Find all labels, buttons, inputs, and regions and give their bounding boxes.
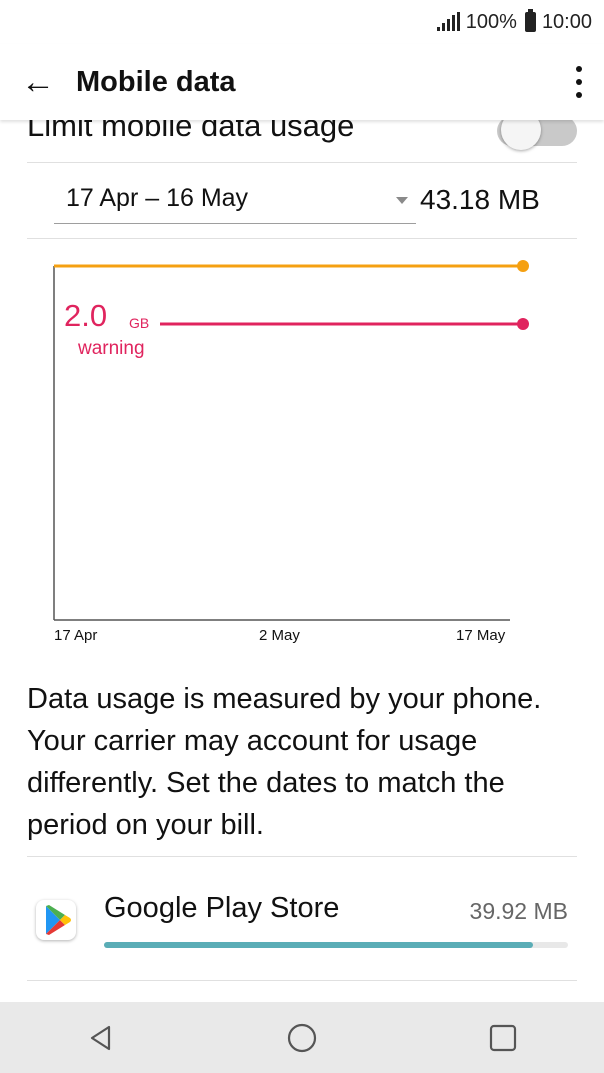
app-usage-bar <box>104 942 568 948</box>
warning-value: 2.0 <box>64 298 108 333</box>
divider <box>27 856 577 857</box>
nav-recents-button[interactable] <box>473 1008 533 1068</box>
overflow-menu-button[interactable] <box>554 44 604 120</box>
battery-icon <box>524 9 536 32</box>
nav-back-icon <box>90 1025 110 1050</box>
nav-back-button[interactable] <box>71 1008 131 1068</box>
dropdown-caret-icon <box>396 197 408 204</box>
limit-data-toggle[interactable] <box>497 110 577 150</box>
app-usage-bar-fill <box>104 942 534 948</box>
battery-percent: 100% <box>465 10 517 33</box>
x-tick-label: 2 May <box>259 627 300 644</box>
x-tick-label: 17 May <box>456 627 506 644</box>
app-data-size: 39.92 MB <box>469 898 568 924</box>
app-name: Google Play Store <box>104 892 340 924</box>
page-title: Mobile data <box>76 65 236 98</box>
x-tick-label: 17 Apr <box>54 627 98 644</box>
app-bar: ← Mobile data <box>0 44 604 120</box>
billing-period-dropdown[interactable]: 17 Apr – 16 May <box>54 170 416 224</box>
back-button[interactable]: ← <box>0 44 76 120</box>
divider <box>27 980 577 981</box>
app-usage-row[interactable]: Google Play Store 39.92 MB <box>0 858 604 978</box>
signal-icon <box>436 12 460 31</box>
nav-home-button[interactable] <box>272 1008 332 1068</box>
status-bar: 100% 10:00 <box>0 0 604 44</box>
divider <box>27 162 577 163</box>
divider <box>27 238 577 239</box>
overflow-menu-icon <box>576 66 582 72</box>
total-usage: 43.18 MB <box>420 184 540 215</box>
clock: 10:00 <box>541 10 592 33</box>
nav-home-icon <box>287 1023 317 1052</box>
usage-chart-svg <box>53 260 529 621</box>
billing-period-value: 17 Apr – 16 May <box>66 184 249 212</box>
warning-handle[interactable] <box>517 318 529 330</box>
usage-chart: 2.0 GB warning 17 Apr 2 May 17 May <box>40 250 550 650</box>
warning-label: warning <box>78 338 145 359</box>
system-nav-bar <box>0 1002 604 1073</box>
warning-unit: GB <box>129 315 150 331</box>
arrow-left-icon: ← <box>21 62 55 101</box>
nav-recents-icon <box>490 1024 517 1051</box>
data-usage-note: Data usage is measured by your phone. Yo… <box>27 683 542 841</box>
play-store-icon <box>36 900 76 940</box>
limit-handle[interactable] <box>517 260 529 272</box>
